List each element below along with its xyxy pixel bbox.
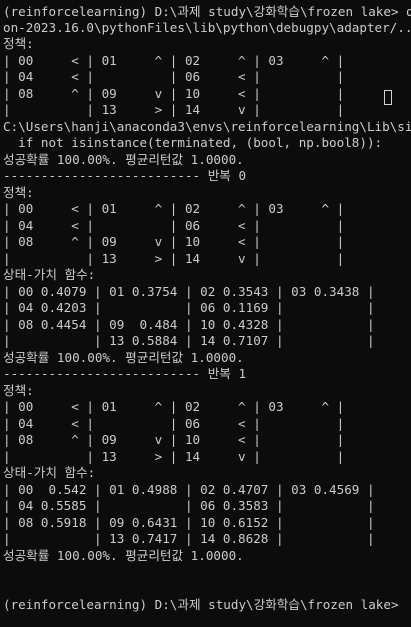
- policy-row: | 00 < | 01 ^ | 02 ^ | 03 ^ |: [3, 53, 345, 68]
- success-rate-line: 성공확률 100.00%. 평균리턴값 1.0000.: [3, 152, 244, 167]
- policy-row: | 00 < | 01 ^ | 02 ^ | 03 ^ |: [3, 399, 345, 414]
- policy-heading: 정책:: [3, 36, 34, 51]
- policy-row: | | 13 > | 14 v | |: [3, 102, 345, 117]
- state-value-heading: 상태-가치 함수:: [3, 465, 96, 480]
- success-rate-line: 성공확률 100.00%. 평균리턴값 1.0000.: [3, 548, 244, 563]
- state-value-row: | 00 0.542 | 01 0.4988 | 02 0.4707 | 03 …: [3, 482, 375, 497]
- state-value-row: | | 13 0.5884 | 14 0.7107 | |: [3, 333, 375, 348]
- state-value-row: | 08 0.4454 | 09 0.484 | 10 0.4328 | |: [3, 317, 375, 332]
- warning-path-line: C:\Users\hanji\anaconda3\envs\reinforcel…: [3, 119, 411, 134]
- policy-row: | 04 < | | 06 < | |: [3, 218, 345, 233]
- text-cursor: [384, 90, 392, 105]
- debugger-path-line: on-2023.16.0\pythonFiles\lib\python\debu…: [3, 20, 411, 35]
- state-value-heading: 상태-가치 함수:: [3, 267, 96, 282]
- policy-row: | 08 ^ | 09 v | 10 < | |: [3, 86, 345, 101]
- warning-code-line: if not isinstance(terminated, (bool, np.…: [3, 135, 383, 150]
- state-value-row: | 04 0.5585 | | 06 0.3583 | |: [3, 498, 375, 513]
- state-value-row: | 00 0.4079 | 01 0.3754 | 02 0.3543 | 03…: [3, 284, 375, 299]
- state-value-row: | | 13 0.7417 | 14 0.8628 | |: [3, 531, 375, 546]
- policy-row: | | 13 > | 14 v | |: [3, 449, 345, 464]
- policy-row: | 04 < | | 06 < | |: [3, 416, 345, 431]
- policy-row: | 08 ^ | 09 v | 10 < | |: [3, 234, 345, 249]
- policy-row: | 00 < | 01 ^ | 02 ^ | 03 ^ |: [3, 201, 345, 216]
- iteration-separator: -------------------------- 반복 1: [3, 366, 247, 381]
- success-rate-line: 성공확률 100.00%. 평균리턴값 1.0000.: [3, 350, 244, 365]
- policy-heading: 정책:: [3, 185, 34, 200]
- prompt-line[interactable]: (reinforcelearning) D:\과제 study\강화학습\fro…: [3, 597, 399, 613]
- policy-row: | | 13 > | 14 v | |: [3, 251, 345, 266]
- state-value-row: | 04 0.4203 | | 06 0.1169 | |: [3, 300, 375, 315]
- policy-heading: 정책:: [3, 383, 34, 398]
- policy-row: | 04 < | | 06 < | |: [3, 69, 345, 84]
- policy-row: | 08 ^ | 09 v | 10 < | |: [3, 432, 345, 447]
- state-value-row: | 08 0.5918 | 09 0.6431 | 10 0.6152 | |: [3, 515, 375, 530]
- terminal-window[interactable]: (reinforcelearning) D:\과제 study\강화학습\fro…: [0, 0, 411, 627]
- prompt-line: (reinforcelearning) D:\과제 study\강화학습\fro…: [3, 4, 411, 19]
- iteration-separator: -------------------------- 반복 0: [3, 168, 247, 183]
